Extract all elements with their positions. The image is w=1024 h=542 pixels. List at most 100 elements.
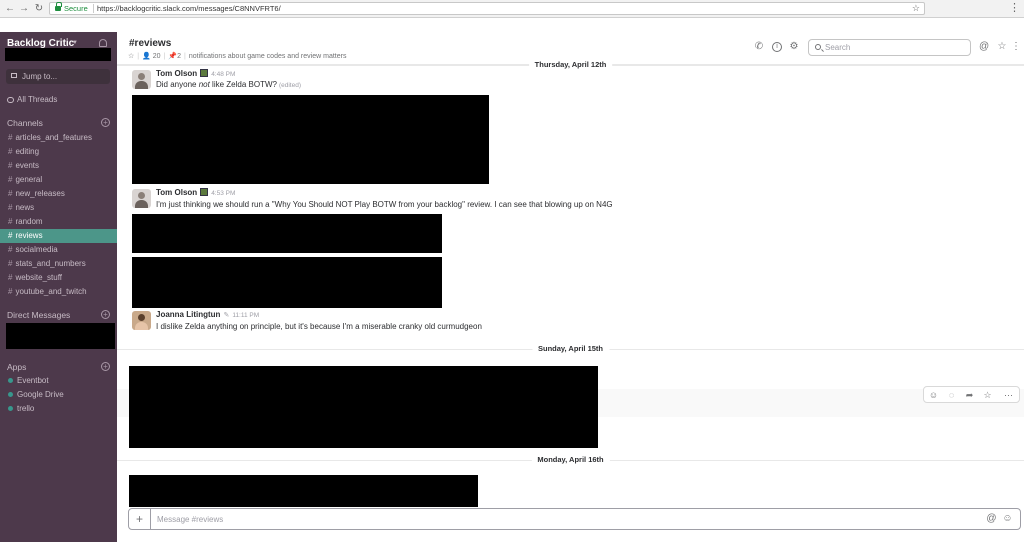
app-label: Google Drive [17,390,64,399]
start-thread-icon[interactable]: ◌ [945,389,958,401]
more-actions-icon[interactable]: ⋯ [1002,389,1015,401]
presence-dot-icon [8,378,13,383]
all-threads-label: All Threads [17,95,58,104]
sidebar-item-articles_and_features[interactable]: # articles_and_features [0,131,117,145]
bookmark-star-icon[interactable]: ☆ [912,3,920,14]
sidebar-item-reviews[interactable]: # reviews [0,229,117,243]
bell-icon[interactable] [99,39,107,47]
avatar[interactable] [132,70,151,89]
back-arrow-icon[interactable]: ← [4,2,16,15]
channel-label: random [15,217,43,226]
message-text-part: Did anyone [156,80,199,89]
add-file-icon[interactable]: + [129,509,151,529]
message-time[interactable]: 4:48 PM [211,71,235,78]
sidebar-item-eventbot[interactable]: Eventbot [0,374,49,388]
presence-dot-icon [8,406,13,411]
channel-label: events [15,161,40,170]
presence-dot-icon [8,392,13,397]
day-divider: Sunday, April 15th [117,344,1024,354]
message-text: Did anyone not like Zelda BOTW? (edited) [156,80,301,89]
sidebar-item-trello[interactable]: trello [0,402,34,416]
message-author: Tom Olson 4:48 PM [156,69,235,78]
sidebar-item-new_releases[interactable]: # new_releases [0,187,117,201]
channel-label: news [15,203,35,212]
redacted-attachment [129,475,478,507]
message-actions-bar: ☺ ◌ ➦ ☆ ⋯ [923,386,1020,403]
all-threads-link[interactable]: All Threads [7,95,57,104]
composer-placeholder[interactable]: Message #reviews [157,515,223,524]
day-label: Thursday, April 12th [528,60,613,69]
sidebar-item-stats_and_numbers[interactable]: # stats_and_numbers [0,257,117,271]
mention-icon[interactable]: @ [986,513,997,524]
redacted-attachment [132,95,489,184]
message-time[interactable]: 11:11 PM [232,312,259,319]
sidebar-item-editing[interactable]: # editing [0,145,117,159]
channel-label: general [15,175,43,184]
sidebar-item-socialmedia[interactable]: # socialmedia [0,243,117,257]
forward-arrow-icon[interactable]: → [18,2,30,15]
message-text-part: like Zelda BOTW? [209,80,277,89]
message-text: I'm just thinking we should run a "Why Y… [156,200,613,209]
reload-icon[interactable]: ↻ [33,2,45,15]
sidebar-item-news[interactable]: # news [0,201,117,215]
channel-title[interactable]: #reviews [129,38,171,49]
channel-label: articles_and_features [15,133,92,142]
star-message-icon[interactable]: ☆ [981,389,994,401]
info-icon[interactable]: i [772,42,782,52]
caret-down-icon[interactable]: ▼ [72,40,78,46]
message-text-emphasis: not [198,80,210,89]
add-reaction-icon[interactable]: ☺ [927,389,940,401]
browser-menu-icon[interactable]: ⋮ [1009,2,1020,15]
sidebar-item-google-drive[interactable]: Google Drive [0,388,64,402]
avatar[interactable] [132,311,151,330]
pin-count[interactable]: 2 [177,53,181,60]
channel-label: stats_and_numbers [15,259,86,268]
starred-items-icon[interactable]: ☆ [997,42,1007,52]
edited-label: (edited) [278,82,302,89]
day-divider: Thursday, April 12th [117,60,1024,70]
day-label: Monday, April 16th [531,455,610,464]
search-input[interactable]: Search [808,39,971,56]
url-text[interactable]: https://backlogcritic.slack.com/messages… [97,4,281,13]
sidebar-item-general[interactable]: # general [0,173,117,187]
author-name[interactable]: Tom Olson [156,69,197,78]
mentions-icon[interactable]: @ [979,42,989,52]
pencil-icon: ✎ [223,312,230,319]
apps-heading[interactable]: Apps [7,362,26,372]
search-placeholder: Search [825,43,851,52]
sidebar: Backlog Critic ▼ Jump to... All Threads … [0,32,117,542]
share-icon[interactable]: ➦ [963,389,976,401]
sidebar-item-events[interactable]: # events [0,159,117,173]
author-name[interactable]: Tom Olson [156,188,197,197]
jump-to-button[interactable]: Jump to... [6,69,110,84]
message-text: I dislike Zelda anything on principle, b… [156,322,482,331]
pin-icon[interactable]: 📌 [168,53,177,60]
add-dm-icon[interactable]: + [101,310,110,319]
message-composer[interactable]: + Message #reviews @ ☺ [128,508,1021,530]
author-name[interactable]: Joanna Litingtun [156,310,220,319]
phone-icon[interactable]: ✆ [754,42,764,52]
secure-label: Secure [64,4,88,13]
address-bar[interactable]: Secure https://backlogcritic.slack.com/m… [49,2,925,15]
sidebar-item-website_stuff[interactable]: # website_stuff [0,271,117,285]
channels-heading[interactable]: Channels [7,118,43,128]
channel-topic[interactable]: notifications about game codes and revie… [189,53,347,60]
channel-meta: ☆ | 👤 20 | 📌2 | notifications about game codes… [128,53,347,60]
lock-icon [55,2,62,11]
member-count[interactable]: 20 [153,53,161,60]
message-time[interactable]: 4:53 PM [211,190,235,197]
sidebar-item-random[interactable]: # random [0,215,117,229]
members-icon[interactable]: 👤 [142,53,151,60]
add-app-icon[interactable]: + [101,362,110,371]
sidebar-item-youtube_and_twitch[interactable]: # youtube_and_twitch [0,285,117,299]
direct-messages-heading[interactable]: Direct Messages [7,310,70,320]
emoji-icon[interactable]: ☺ [1002,513,1013,524]
add-channel-icon[interactable]: + [101,118,110,127]
channel-label: socialmedia [15,245,58,254]
more-options-icon[interactable]: ⋮ [1011,42,1021,52]
avatar[interactable] [132,189,151,208]
status-emoji-icon [200,69,209,77]
gear-icon[interactable]: ⚙ [789,42,799,52]
star-channel-icon[interactable]: ☆ [128,53,134,60]
jump-to-label: Jump to... [22,72,58,81]
